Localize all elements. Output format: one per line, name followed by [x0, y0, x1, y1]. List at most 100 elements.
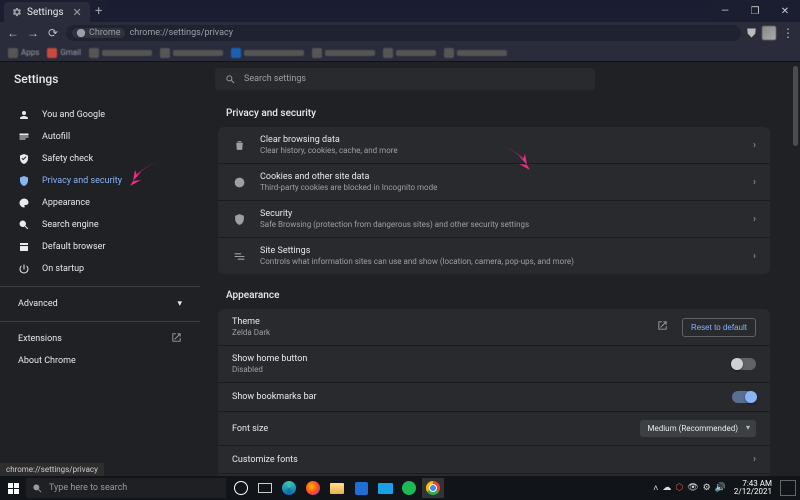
new-tab-button[interactable]: +: [90, 0, 108, 22]
tray-network-icon[interactable]: 👁: [687, 483, 698, 493]
tab-title: Settings: [27, 7, 64, 18]
home-button-toggle[interactable]: [732, 358, 756, 370]
taskbar-search[interactable]: Type here to search: [26, 478, 226, 498]
scrollbar-thumb[interactable]: [793, 66, 798, 146]
system-tray: ˄ ☁ ⬡ 👁 ⚙ 🔊 7:43 AM 2/12/2021: [649, 480, 800, 496]
bookmarks-gmail[interactable]: Gmail: [47, 48, 81, 58]
browser-tab-settings[interactable]: Settings ✕: [4, 2, 90, 22]
row-title: Theme: [232, 317, 643, 327]
sidebar-divider: [0, 286, 200, 287]
forward-button[interactable]: →: [26, 26, 40, 40]
tray-clock[interactable]: 7:43 AM 2/12/2021: [730, 480, 776, 496]
spotify-icon[interactable]: [398, 478, 420, 498]
row-subtitle: Zelda Dark: [232, 328, 643, 337]
bookmarks-apps[interactable]: Apps: [8, 48, 39, 58]
window-close-button[interactable]: ✕: [770, 0, 800, 22]
task-view-icon[interactable]: [254, 478, 276, 498]
row-page-zoom[interactable]: Page zoom 100%: [218, 474, 770, 476]
row-subtitle: Controls what information sites can use …: [260, 257, 739, 266]
bookmark-item[interactable]: [383, 48, 436, 58]
window-maximize-button[interactable]: ❐: [740, 0, 770, 22]
row-site-settings[interactable]: Site Settings Controls what information …: [218, 238, 770, 274]
cortana-icon[interactable]: [230, 478, 252, 498]
person-icon: [18, 109, 30, 121]
address-bar[interactable]: Chrome chrome://settings/privacy: [66, 25, 741, 41]
tab-close-button[interactable]: ✕: [73, 6, 82, 19]
profile-avatar[interactable]: [762, 26, 776, 40]
edge-icon[interactable]: [278, 478, 300, 498]
chevron-down-icon: ▾: [177, 299, 182, 309]
annotation-arrow: [480, 142, 530, 173]
sidebar-advanced-label: Advanced: [18, 299, 58, 309]
row-title: Site Settings: [260, 246, 739, 256]
sidebar-item-extensions[interactable]: Extensions: [0, 328, 200, 350]
appearance-icon: [18, 197, 30, 209]
tray-notifications-icon[interactable]: [780, 480, 796, 496]
omnibox-chip: Chrome: [72, 28, 125, 38]
sidebar-item-label: Privacy and security: [42, 176, 122, 186]
window-minimize-button[interactable]: —: [710, 0, 740, 22]
open-external-icon[interactable]: [657, 320, 668, 334]
annotation-arrow: [130, 158, 180, 189]
tray-onedrive-icon[interactable]: ☁: [662, 483, 671, 493]
tray-volume-icon[interactable]: 🔊: [715, 483, 726, 493]
mail-icon[interactable]: [374, 478, 396, 498]
store-icon[interactable]: [350, 478, 372, 498]
safety-check-icon: [18, 153, 30, 165]
sidebar-item-search-engine[interactable]: Search engine: [0, 214, 200, 236]
row-title: Cookies and other site data: [260, 172, 739, 182]
sidebar-item-autofill[interactable]: Autofill: [0, 126, 200, 148]
chevron-right-icon: ›: [753, 214, 756, 225]
row-subtitle: Third-party cookies are blocked in Incog…: [260, 183, 739, 192]
reload-button[interactable]: ⟳: [46, 26, 60, 40]
bookmark-item[interactable]: [312, 48, 375, 58]
bookmarks-gmail-label: Gmail: [60, 48, 81, 57]
tray-wifi-icon[interactable]: ⚙: [703, 483, 711, 493]
bookmark-item[interactable]: [444, 48, 507, 58]
sidebar-item-advanced[interactable]: Advanced ▾: [0, 293, 200, 315]
extension-icon[interactable]: ⛊: [747, 26, 756, 41]
section-title-appearance: Appearance: [226, 290, 770, 301]
sidebar-item-you-and-google[interactable]: You and Google: [0, 104, 200, 126]
browser-icon: [18, 241, 30, 253]
section-title-privacy: Privacy and security: [226, 108, 770, 119]
bookmarks-bar: Apps Gmail: [0, 44, 800, 62]
sidebar-item-label: Default browser: [42, 242, 105, 252]
bookmark-item[interactable]: [89, 48, 152, 58]
bookmarks-bar-toggle[interactable]: [732, 391, 756, 403]
sidebar-item-default-browser[interactable]: Default browser: [0, 236, 200, 258]
gmail-icon: [47, 48, 57, 58]
row-subtitle: Safe Browsing (protection from dangerous…: [260, 220, 739, 229]
titlebar-drag-area[interactable]: [108, 0, 710, 22]
chevron-right-icon: ›: [753, 140, 756, 151]
windows-taskbar: Type here to search ˄ ☁ ⬡ 👁 ⚙ 🔊 7:43 AM …: [0, 476, 800, 500]
reset-theme-button[interactable]: Reset to default: [682, 318, 756, 337]
row-theme[interactable]: Theme Zelda Dark Reset to default: [218, 309, 770, 346]
sidebar-item-on-startup[interactable]: On startup: [0, 258, 200, 280]
tray-chevron-icon[interactable]: ˄: [653, 483, 658, 494]
settings-title: Settings: [14, 72, 58, 86]
bookmark-item[interactable]: [160, 48, 223, 58]
tray-security-icon[interactable]: ⬡: [675, 483, 683, 493]
menu-button[interactable]: ⋮: [782, 26, 794, 40]
row-show-bookmarks-bar[interactable]: Show bookmarks bar: [218, 383, 770, 412]
row-subtitle: Disabled: [232, 365, 718, 374]
start-button[interactable]: [0, 483, 26, 494]
chrome-icon[interactable]: [422, 478, 444, 498]
row-security[interactable]: Security Safe Browsing (protection from …: [218, 201, 770, 238]
sidebar-item-appearance[interactable]: Appearance: [0, 192, 200, 214]
bookmark-item[interactable]: [231, 48, 304, 58]
sliders-icon: [232, 250, 246, 263]
explorer-icon[interactable]: [326, 478, 348, 498]
firefox-icon[interactable]: [302, 478, 324, 498]
open-external-icon: [171, 332, 182, 346]
font-size-select[interactable]: Medium (Recommended): [640, 420, 757, 437]
shield-icon: [232, 213, 246, 226]
row-home-button[interactable]: Show home button Disabled: [218, 346, 770, 383]
taskbar-pinned-apps: [230, 478, 444, 498]
sidebar-divider: [0, 321, 200, 322]
back-button[interactable]: ←: [6, 26, 20, 40]
sidebar-item-about-chrome[interactable]: About Chrome: [0, 350, 200, 372]
row-customize-fonts[interactable]: Customize fonts ›: [218, 446, 770, 474]
row-font-size[interactable]: Font size Medium (Recommended): [218, 412, 770, 446]
